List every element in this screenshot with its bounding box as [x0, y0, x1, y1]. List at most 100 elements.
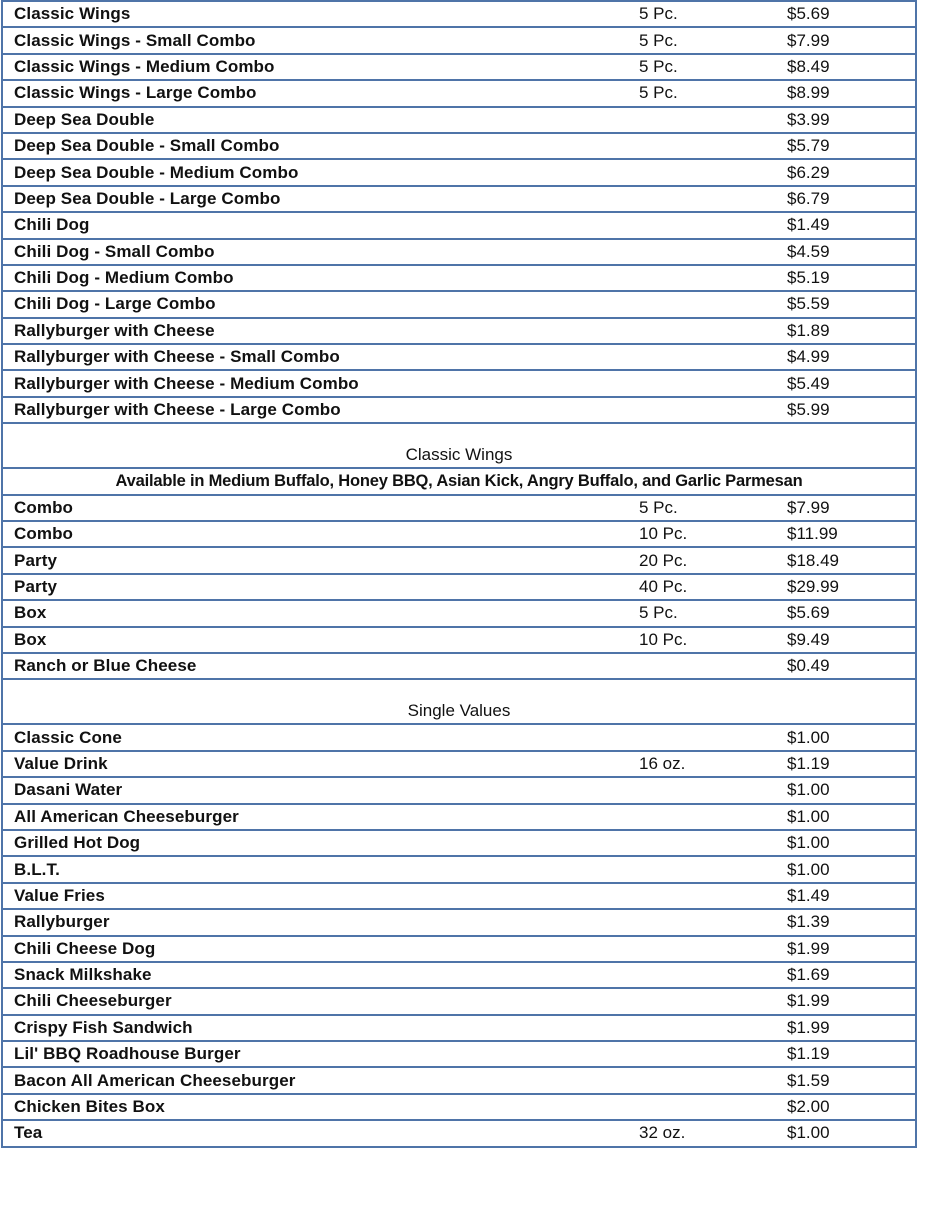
item-size-cell: 5 Pc. [627, 52, 785, 82]
menu-item-row: Chili Dog $1.49 [1, 211, 917, 240]
item-price-cell: $5.79 [785, 131, 917, 161]
item-price-cell: $5.19 [785, 263, 917, 293]
item-price: $5.59 [787, 294, 830, 314]
item-price-cell: $8.49 [785, 52, 917, 82]
item-size-cell: 5 Pc. [627, 0, 785, 29]
menu-item-row: Lil' BBQ Roadhouse Burger $1.19 [1, 1040, 917, 1069]
item-size-cell: 10 Pc. [627, 520, 785, 549]
menu-item-row: Combo 5 Pc. $7.99 [1, 493, 917, 523]
item-name: Chili Cheese Dog [1, 934, 627, 963]
item-name: Deep Sea Double - Medium Combo [1, 158, 627, 187]
item-name: Rallyburger with Cheese - Small Combo [1, 343, 627, 372]
item-price-cell: $18.49 [785, 546, 917, 575]
item-name: Rallyburger [1, 908, 627, 937]
item-price: $8.99 [787, 83, 830, 103]
item-price: $5.79 [787, 136, 830, 156]
item-price-cell: $29.99 [785, 572, 917, 602]
item-price-cell: $7.99 [785, 26, 917, 55]
section-header-cell: Single Values [1, 678, 917, 726]
item-price: $7.99 [787, 30, 830, 50]
item-price-cell: $1.19 [785, 749, 917, 779]
item-size-cell: 10 Pc. [627, 625, 785, 654]
item-name: Value Fries [1, 881, 627, 911]
item-size-cell [627, 316, 785, 346]
item-name: Box [1, 625, 627, 654]
item-size-cell [627, 131, 785, 161]
item-name: Classic Cone [1, 723, 627, 752]
item-price-cell: $1.99 [785, 934, 917, 963]
menu-item-row: Bacon All American Cheeseburger $1.59 [1, 1066, 917, 1095]
item-price-cell: $1.49 [785, 881, 917, 911]
item-size-cell [627, 960, 785, 990]
item-size: 10 Pc. [639, 524, 688, 544]
item-price: $1.19 [787, 753, 830, 773]
item-price: $1.49 [787, 885, 830, 905]
section-header-row: Classic Wings [1, 422, 917, 470]
menu-item-row: Party 40 Pc. $29.99 [1, 572, 917, 602]
item-size-cell [627, 211, 785, 240]
item-name: Chili Dog [1, 211, 627, 240]
item-price: $1.99 [787, 938, 830, 958]
item-name: Classic Wings - Large Combo [1, 79, 627, 108]
item-price-cell: $4.59 [785, 237, 917, 266]
menu-item-row: Box 10 Pc. $9.49 [1, 625, 917, 654]
item-price: $1.89 [787, 320, 830, 340]
menu-item-row: Chili Cheese Dog $1.99 [1, 934, 917, 963]
item-size-cell [627, 158, 785, 187]
item-size: 5 Pc. [639, 497, 678, 517]
item-size: 5 Pc. [639, 30, 678, 50]
item-size: 10 Pc. [639, 629, 688, 649]
item-price-cell: $6.79 [785, 184, 917, 214]
item-size: 16 oz. [639, 753, 686, 773]
menu-item-row: Rallyburger with Cheese $1.89 [1, 316, 917, 346]
item-name: Combo [1, 520, 627, 549]
item-size-cell [627, 987, 785, 1016]
item-price: $1.99 [787, 991, 830, 1011]
item-size-cell: 20 Pc. [627, 546, 785, 575]
menu-item-row: Ranch or Blue Cheese $0.49 [1, 651, 917, 681]
item-name: Classic Wings [1, 0, 627, 29]
item-size-cell: 5 Pc. [627, 599, 785, 628]
menu-item-row: Grilled Hot Dog $1.00 [1, 828, 917, 858]
item-size-cell [627, 1040, 785, 1069]
item-price: $7.99 [787, 497, 830, 517]
menu-item-row: Rallyburger $1.39 [1, 908, 917, 937]
item-price: $5.99 [787, 400, 830, 420]
item-price: $18.49 [787, 550, 839, 570]
item-name: Combo [1, 493, 627, 523]
item-size-cell [627, 776, 785, 805]
item-price: $5.49 [787, 373, 830, 393]
section-header-cell: Classic Wings [1, 422, 917, 470]
item-name: Value Drink [1, 749, 627, 779]
item-size-cell [627, 855, 785, 884]
item-name: Chicken Bites Box [1, 1092, 627, 1122]
section-title: Single Values [407, 701, 511, 721]
item-size-cell [627, 802, 785, 831]
menu-item-row: Rallyburger with Cheese - Large Combo $5.… [1, 395, 917, 425]
item-size-cell [627, 934, 785, 963]
item-name: Crispy Fish Sandwich [1, 1013, 627, 1043]
item-price: $1.49 [787, 215, 830, 235]
item-name: Deep Sea Double [1, 105, 627, 134]
item-price-cell: $1.59 [785, 1066, 917, 1095]
item-size-cell [627, 1066, 785, 1095]
item-name: Chili Cheeseburger [1, 987, 627, 1016]
item-price: $1.19 [787, 1044, 830, 1064]
item-price-cell: $1.00 [785, 1119, 917, 1148]
item-price: $2.00 [787, 1097, 830, 1117]
item-price-cell: $1.00 [785, 776, 917, 805]
item-price-cell: $1.00 [785, 828, 917, 858]
item-size-cell: 16 oz. [627, 749, 785, 779]
item-price: $0.49 [787, 656, 830, 676]
item-name: Lil' BBQ Roadhouse Burger [1, 1040, 627, 1069]
item-name: Rallyburger with Cheese [1, 316, 627, 346]
item-name: Box [1, 599, 627, 628]
menu-table-body: Classic Wings 5 Pc. $5.69 Classic Wings - S… [1, 0, 917, 1148]
menu-item-row: Rallyburger with Cheese - Medium Combo $5… [1, 369, 917, 398]
item-size: 20 Pc. [639, 550, 688, 570]
item-price-cell: $1.89 [785, 316, 917, 346]
item-price: $1.99 [787, 1017, 830, 1037]
item-price-cell: $1.00 [785, 855, 917, 884]
item-price-cell: $5.59 [785, 290, 917, 319]
menu-item-row: Value Drink 16 oz. $1.19 [1, 749, 917, 779]
